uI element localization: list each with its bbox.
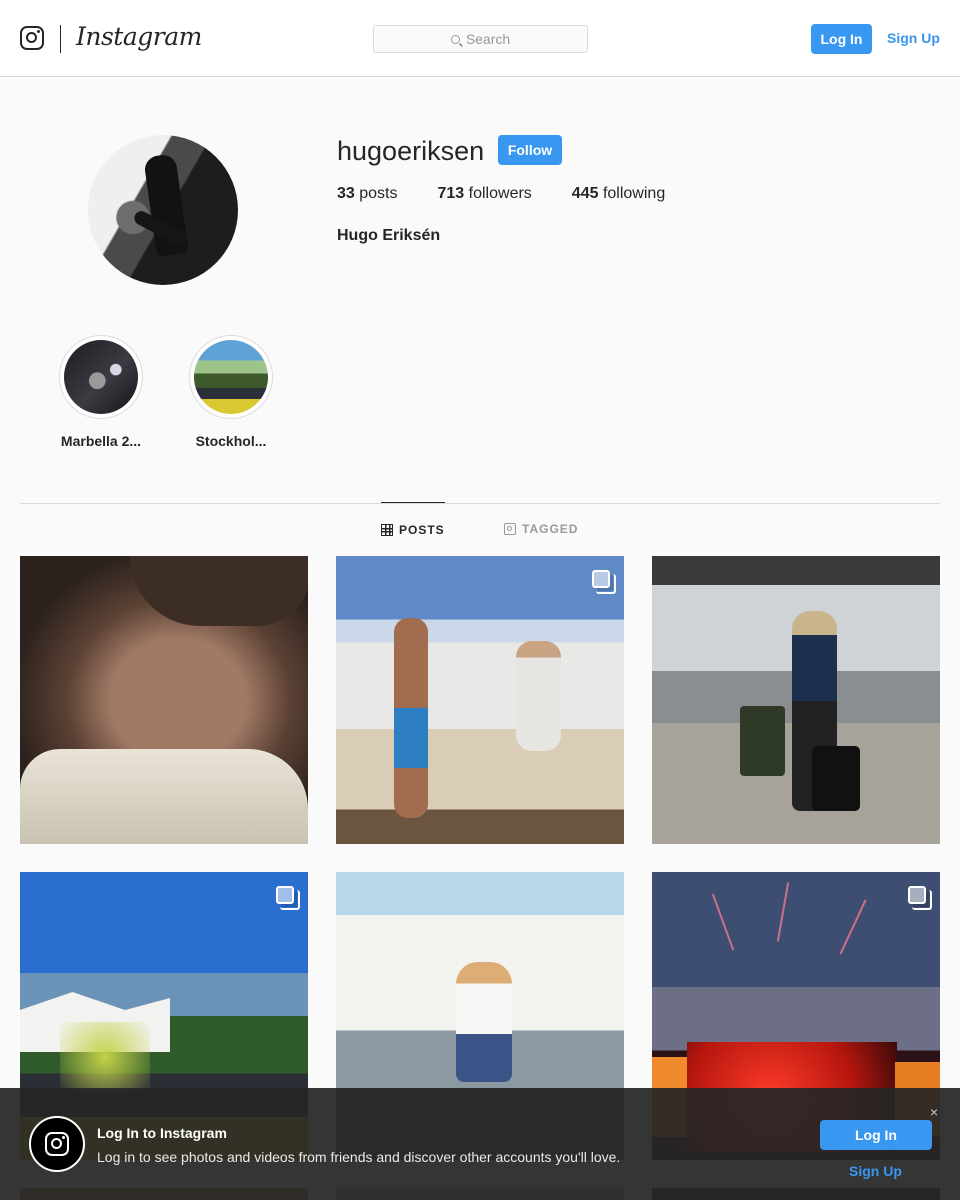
- post-thumbnail[interactable]: [336, 556, 624, 844]
- photo-pillow: [20, 749, 308, 844]
- banner-text: Log in to see photos and videos from fri…: [97, 1149, 621, 1165]
- multiple-photos-icon: [592, 570, 616, 594]
- banner-login-button[interactable]: Log In: [820, 1120, 932, 1150]
- search-icon: [450, 34, 460, 44]
- tab-tagged[interactable]: TAGGED: [504, 502, 578, 556]
- highlight-thumbnail: [64, 340, 138, 414]
- highlight-ring: [59, 335, 143, 419]
- tagged-icon: [504, 523, 516, 535]
- multiple-photos-icon: [908, 886, 932, 910]
- multiple-photos-icon: [276, 886, 300, 910]
- follow-button[interactable]: Follow: [498, 135, 562, 165]
- photo-suitcase: [812, 746, 860, 811]
- close-icon[interactable]: ×: [930, 1104, 938, 1120]
- search-input[interactable]: Search: [373, 25, 588, 53]
- profile-avatar[interactable]: [88, 135, 238, 285]
- followers-count: 713: [437, 185, 465, 202]
- tab-posts-label: POSTS: [399, 522, 445, 537]
- following-count: 445: [571, 185, 599, 202]
- followers-label: followers: [468, 185, 532, 202]
- photo-smoke: [60, 1022, 150, 1092]
- top-nav-bar: Instagram Search Log In Sign Up: [0, 0, 960, 77]
- following-stat[interactable]: 445 following: [572, 185, 665, 203]
- signup-link[interactable]: Sign Up: [887, 30, 940, 46]
- search-placeholder: Search: [465, 31, 511, 47]
- posts-count: 33: [337, 185, 355, 202]
- profile-stats: 33 posts 713 followers 445 following: [337, 185, 705, 203]
- highlight-thumbnail: [194, 340, 268, 414]
- profile-full-name: Hugo Eriksén: [337, 227, 441, 244]
- posts-label: posts: [359, 185, 398, 202]
- posts-stat: 33 posts: [337, 185, 398, 203]
- instagram-logo-icon: [29, 1116, 85, 1172]
- instagram-wordmark[interactable]: Instagram: [76, 22, 202, 51]
- banner-signup-link[interactable]: Sign Up: [849, 1163, 902, 1179]
- login-banner: Log In to Instagram Log in to see photos…: [0, 1088, 960, 1200]
- highlight-label: Marbella 2...: [60, 433, 142, 449]
- post-thumbnail[interactable]: [20, 556, 308, 844]
- photo-firework: [711, 893, 735, 951]
- tab-posts[interactable]: POSTS: [381, 502, 445, 556]
- grid-icon: [381, 523, 393, 536]
- followers-stat[interactable]: 713 followers: [438, 185, 532, 203]
- following-label: following: [602, 185, 666, 202]
- photo-person: [456, 962, 512, 1082]
- logo-divider: [60, 25, 61, 53]
- highlight-label: Stockhol...: [195, 433, 267, 449]
- photo-hair: [130, 556, 308, 626]
- highlight-item[interactable]: Stockhol...: [189, 335, 273, 449]
- tab-tagged-label: TAGGED: [522, 522, 579, 536]
- photo-person: [394, 618, 428, 818]
- tabs-divider: [20, 503, 940, 504]
- profile-username: hugoeriksen: [337, 136, 485, 166]
- banner-title: Log In to Instagram: [97, 1125, 227, 1141]
- photo-bag: [740, 706, 785, 776]
- post-thumbnail[interactable]: [652, 556, 940, 844]
- instagram-camera-icon[interactable]: [20, 26, 44, 50]
- login-button[interactable]: Log In: [811, 24, 872, 54]
- photo-firework: [776, 882, 790, 942]
- highlight-ring: [189, 335, 273, 419]
- photo-person: [516, 641, 561, 751]
- highlight-item[interactable]: Marbella 2...: [59, 335, 143, 449]
- photo-firework: [839, 899, 867, 955]
